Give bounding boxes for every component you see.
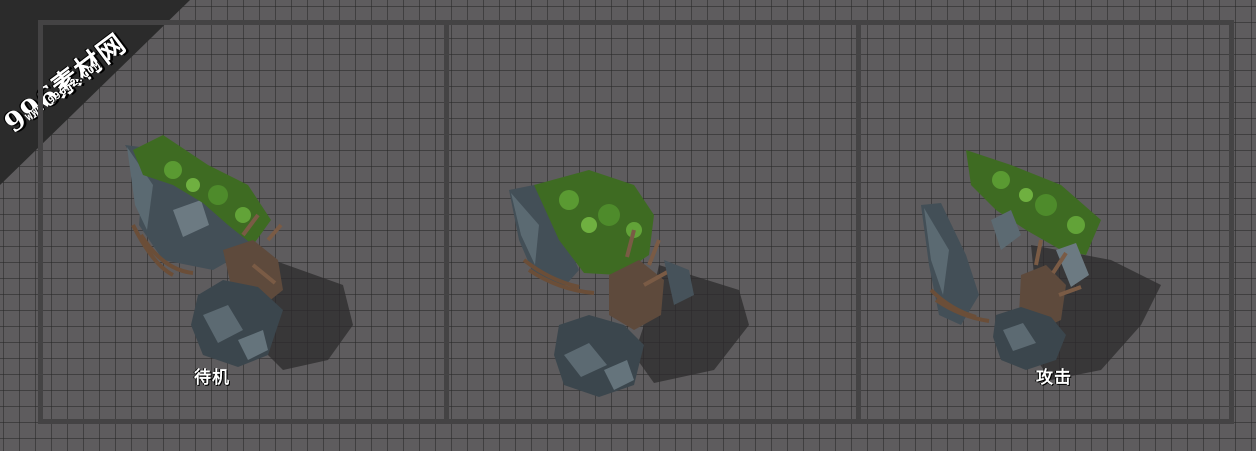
sprite-panel-2 xyxy=(449,25,856,419)
treant-sprite-2 xyxy=(509,170,749,397)
state-label-attack: 攻击 xyxy=(1036,368,1072,388)
sprite-panel-attack: 攻击 xyxy=(861,25,1229,419)
sprite-panel-idle: 待机 xyxy=(43,25,444,419)
treant-sprite-attack xyxy=(921,150,1161,380)
state-label-idle: 待机 xyxy=(194,368,230,388)
treant-sprite-idle xyxy=(125,135,353,370)
